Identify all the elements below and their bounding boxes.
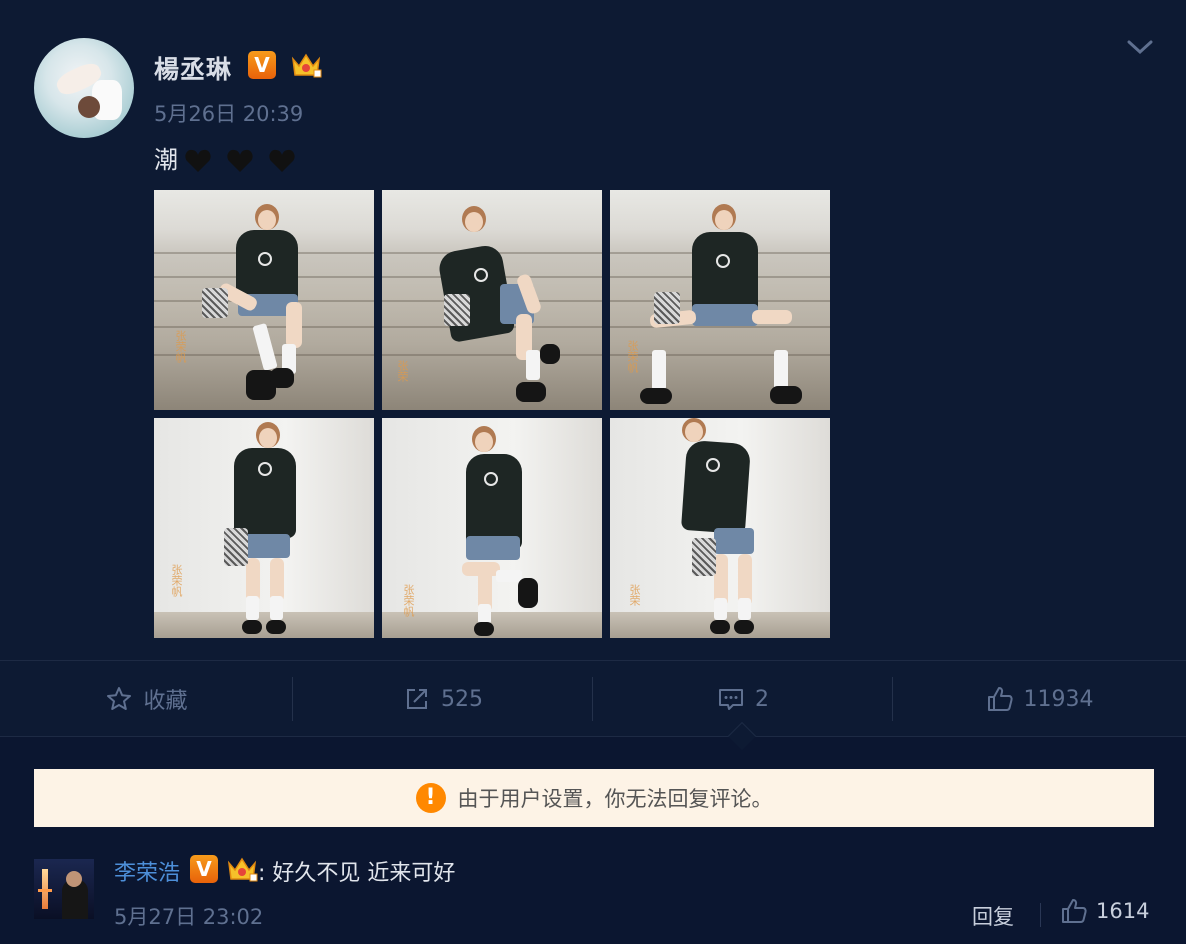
watermark: 张荣帆 bbox=[402, 584, 415, 617]
chevron-down-icon[interactable] bbox=[1126, 36, 1154, 58]
post-content: 潮 bbox=[154, 140, 296, 175]
comment-icon bbox=[719, 689, 743, 710]
vip-crown-icon bbox=[227, 857, 258, 882]
black-heart-icon bbox=[269, 149, 295, 172]
star-icon bbox=[107, 687, 132, 710]
black-heart-icon bbox=[227, 149, 253, 172]
commenter-name[interactable]: 李荣浩 bbox=[114, 855, 180, 887]
watermark: 张荣帆 bbox=[626, 340, 639, 373]
comments-section: ! 由于用户设置，你无法回复评论。 李荣浩 V : 好久不见 近来可好 5月27… bbox=[0, 736, 1186, 944]
action-bar: 收藏 525 2 11934 bbox=[0, 660, 1186, 736]
photo-6[interactable]: 张荣 bbox=[610, 418, 830, 638]
warning-icon: ! bbox=[415, 783, 446, 813]
watermark: 张荣帆 bbox=[174, 330, 187, 363]
verified-badge: V bbox=[190, 855, 218, 883]
post-text: 潮 bbox=[154, 146, 178, 174]
author-name[interactable]: 楊丞琳 bbox=[154, 50, 232, 86]
favorite-button[interactable]: 收藏 bbox=[0, 661, 293, 737]
comment-like-button[interactable]: 1614 bbox=[1060, 897, 1149, 925]
share-icon bbox=[407, 689, 427, 709]
favorite-label: 收藏 bbox=[143, 689, 188, 714]
vip-crown-icon bbox=[291, 53, 322, 78]
photo-3[interactable]: 张荣帆 bbox=[610, 190, 830, 410]
comment-time: 5月27日 23:02 bbox=[114, 905, 264, 929]
comment-like-count: 1614 bbox=[1096, 899, 1150, 923]
watermark: 张荣 bbox=[628, 584, 641, 606]
comment-text: 好久不见 近来可好 bbox=[272, 861, 456, 886]
comment-body: : 好久不见 近来可好 bbox=[258, 855, 455, 887]
like-button[interactable]: 11934 bbox=[893, 661, 1186, 737]
reply-button[interactable]: 回复 bbox=[972, 901, 1014, 931]
comment-separator: : bbox=[258, 861, 266, 886]
photo-4[interactable]: 张荣帆 bbox=[154, 418, 374, 638]
notice-text: 由于用户设置，你无法回复评论。 bbox=[457, 787, 773, 811]
photo-5[interactable]: 张荣帆 bbox=[382, 418, 602, 638]
watermark: 张荣帆 bbox=[170, 564, 183, 597]
photo-2[interactable]: 张荣 bbox=[382, 190, 602, 410]
weibo-post: 楊丞琳 V 5月26日 20:39 潮 张荣帆 张荣 张荣帆 张荣帆 张荣帆 张… bbox=[0, 0, 1186, 736]
like-count: 11934 bbox=[1023, 686, 1094, 712]
author-avatar[interactable] bbox=[34, 38, 134, 138]
thumbs-up-icon bbox=[1062, 899, 1087, 923]
photo-1[interactable]: 张荣帆 bbox=[154, 190, 374, 410]
post-time[interactable]: 5月26日 20:39 bbox=[154, 98, 303, 128]
verified-badge: V bbox=[248, 51, 276, 79]
commenter-avatar[interactable] bbox=[34, 859, 94, 919]
watermark: 张荣 bbox=[396, 360, 409, 382]
comment-count: 2 bbox=[755, 686, 769, 712]
repost-count: 525 bbox=[441, 686, 483, 712]
black-heart-icon bbox=[185, 149, 211, 172]
reply-restriction-notice: ! 由于用户设置，你无法回复评论。 bbox=[34, 769, 1154, 827]
repost-button[interactable]: 525 bbox=[293, 661, 593, 737]
thumbs-up-icon bbox=[987, 687, 1013, 711]
